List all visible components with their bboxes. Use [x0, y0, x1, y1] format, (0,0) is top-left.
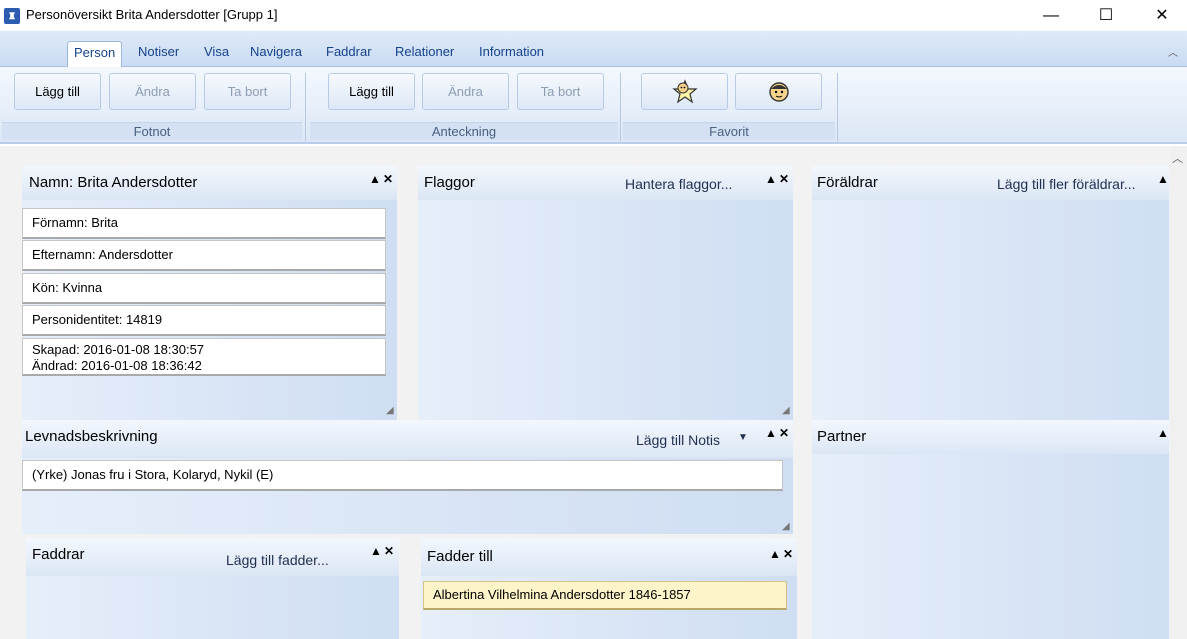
fornamn-field[interactable]: Förnamn: Brita	[22, 208, 386, 239]
partner-panel: Partner ▲	[812, 420, 1169, 639]
collapse-panel-icon[interactable]: ▲	[769, 547, 781, 561]
group-separator	[620, 73, 621, 141]
collapse-panel-icon[interactable]: ▲	[765, 172, 777, 186]
created-text: Skapad: 2016-01-08 18:30:57	[32, 342, 205, 357]
biography-entry[interactable]: (Yrke) Jonas fru i Stora, Kolaryd, Nykil…	[22, 460, 783, 491]
group-separator	[305, 73, 306, 141]
favorite-star-button[interactable]	[641, 73, 728, 110]
anteckning-remove-button[interactable]: Ta bort	[517, 73, 604, 110]
add-godparent-link[interactable]: Lägg till fadder...	[226, 552, 329, 568]
godparent-of-panel: Fadder till ▲ ✕ Albertina Vilhelmina And…	[421, 538, 797, 639]
group-label-anteckning: Anteckning	[310, 122, 618, 140]
maximize-button[interactable]: ☐	[1083, 0, 1129, 31]
collapse-panel-icon[interactable]: ▲	[1157, 426, 1169, 440]
add-parents-link[interactable]: Lägg till fler föräldrar...	[997, 176, 1136, 192]
minimize-button[interactable]: —	[1028, 0, 1074, 31]
tab-navigera[interactable]: Navigera	[244, 41, 308, 63]
title-bar: ♜ Personöversikt Brita Andersdotter [Gru…	[0, 0, 1187, 31]
partner-panel-title: Partner	[817, 428, 867, 445]
close-panel-icon[interactable]: ✕	[783, 547, 793, 561]
changed-text: Ändrad: 2016-01-08 18:36:42	[32, 358, 202, 373]
tab-faddrar[interactable]: Faddrar	[320, 41, 378, 63]
name-panel: Namn: Brita Andersdotter ▲ ✕ Förnamn: Br…	[22, 166, 397, 420]
collapse-panel-icon[interactable]: ▲	[1157, 172, 1169, 186]
window-title: Personöversikt Brita Andersdotter [Grupp…	[26, 7, 278, 22]
tab-information[interactable]: Information	[473, 41, 550, 63]
tab-visa[interactable]: Visa	[198, 41, 235, 63]
close-panel-icon[interactable]: ✕	[779, 426, 789, 440]
vertical-scrollbar[interactable]	[1170, 146, 1187, 639]
star-face-icon	[671, 79, 698, 104]
close-button[interactable]: ✕	[1139, 0, 1185, 31]
collapse-ribbon-icon[interactable]: ︿	[1168, 44, 1178, 59]
parents-panel: Föräldrar Lägg till fler föräldrar... ▲	[812, 166, 1169, 420]
resize-grip-icon[interactable]: ◢	[386, 406, 396, 416]
fotnot-remove-button[interactable]: Ta bort	[204, 73, 291, 110]
kon-field[interactable]: Kön: Kvinna	[22, 273, 386, 304]
anteckning-add-button[interactable]: Lägg till	[328, 73, 415, 110]
tab-relationer[interactable]: Relationer	[389, 41, 460, 63]
personid-field[interactable]: Personidentitet: 14819	[22, 305, 386, 336]
fotnot-edit-button[interactable]: Ändra	[109, 73, 196, 110]
collapse-panel-icon[interactable]: ▲	[765, 426, 777, 440]
group-label-favorit: Favorit	[623, 122, 835, 140]
ribbon: Lägg till Ändra Ta bort Fotnot Lägg till…	[0, 67, 1187, 144]
group-label-fotnot: Fotnot	[2, 122, 302, 140]
godparent-of-panel-title: Fadder till	[427, 548, 493, 565]
resize-grip-icon[interactable]: ◢	[782, 522, 792, 532]
fotnot-add-button[interactable]: Lägg till	[14, 73, 101, 110]
close-panel-icon[interactable]: ✕	[779, 172, 789, 186]
resize-grip-icon[interactable]: ◢	[782, 406, 792, 416]
biography-panel-title: Levnadsbeskrivning	[25, 428, 158, 445]
godparents-panel: Faddrar Lägg till fadder... ▲ ✕	[26, 538, 399, 639]
collapse-panel-icon[interactable]: ▲	[369, 172, 381, 186]
parents-panel-title: Föräldrar	[817, 174, 878, 191]
add-note-link[interactable]: Lägg till Notis	[636, 432, 720, 448]
flags-panel-title: Flaggor	[424, 174, 475, 191]
godparents-panel-title: Faddrar	[32, 546, 85, 563]
group-separator	[837, 73, 838, 141]
ribbon-tabs: Person Notiser Visa Navigera Faddrar Rel…	[0, 31, 1187, 67]
anteckning-edit-button[interactable]: Ändra	[422, 73, 509, 110]
face-icon	[768, 82, 789, 102]
dropdown-arrow-icon[interactable]: ▼	[738, 432, 748, 443]
close-panel-icon[interactable]: ✕	[383, 172, 393, 186]
godchild-entry[interactable]: Albertina Vilhelmina Andersdotter 1846-1…	[423, 581, 787, 610]
timestamps-field[interactable]: Skapad: 2016-01-08 18:30:57 Ändrad: 2016…	[22, 338, 386, 376]
name-panel-title: Namn: Brita Andersdotter	[29, 174, 198, 191]
flags-panel: Flaggor Hantera flaggor... ▲ ✕ ◢	[418, 166, 793, 420]
favorite-face-button[interactable]	[735, 73, 822, 110]
close-panel-icon[interactable]: ✕	[384, 544, 394, 558]
tab-notiser[interactable]: Notiser	[132, 41, 185, 63]
app-icon: ♜	[4, 8, 20, 24]
collapse-panel-icon[interactable]: ▲	[370, 544, 382, 558]
biography-panel: Levnadsbeskrivning Lägg till Notis ▼ ▲ ✕…	[22, 420, 793, 534]
tab-person[interactable]: Person	[67, 41, 123, 67]
efternamn-field[interactable]: Efternamn: Andersdotter	[22, 240, 386, 271]
scroll-up-icon[interactable]: ︿	[1172, 150, 1183, 166]
manage-flags-link[interactable]: Hantera flaggor...	[625, 176, 732, 192]
